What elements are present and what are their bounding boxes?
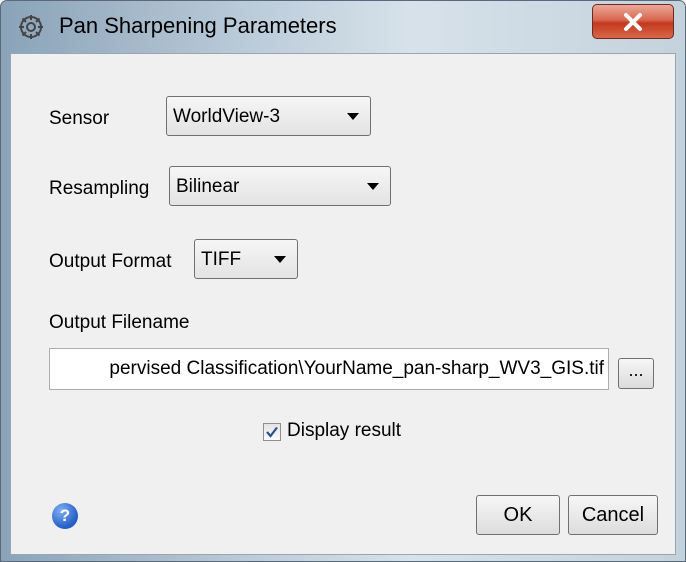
checkmark-icon [266,426,278,438]
display-result-checkbox[interactable] [263,423,281,441]
output-filename-field[interactable]: pervised Classification\YourName_pan-sha… [49,348,609,390]
browse-button[interactable]: ... [618,358,654,389]
dialog-window: Pan Sharpening Parameters Sensor WorldVi… [0,0,686,562]
title-bar[interactable]: Pan Sharpening Parameters [1,1,685,53]
window-title: Pan Sharpening Parameters [59,13,337,38]
chevron-down-icon [347,113,359,120]
close-button[interactable] [592,4,674,39]
resampling-select[interactable]: Bilinear [169,166,391,206]
cancel-button[interactable]: Cancel [568,495,658,535]
chevron-down-icon [274,256,286,263]
output-format-label: Output Format [49,251,172,272]
output-filename-value: pervised Classification\YourName_pan-sha… [109,358,604,379]
display-result-label[interactable]: Display result [287,420,401,442]
resampling-label: Resampling [49,178,150,199]
chevron-down-icon [367,183,379,190]
output-format-value: TIFF [201,249,242,270]
close-icon [624,12,642,31]
resampling-value: Bilinear [176,176,240,197]
help-icon[interactable]: ? [52,503,78,529]
dialog-body: Sensor WorldView-3 Resampling Bilinear O… [10,53,676,555]
sensor-label: Sensor [49,108,110,129]
gear-icon [19,15,43,39]
output-filename-label: Output Filename [49,312,190,333]
output-format-select[interactable]: TIFF [194,239,298,279]
ok-button[interactable]: OK [476,495,560,535]
sensor-select[interactable]: WorldView-3 [166,96,371,136]
sensor-value: WorldView-3 [173,106,281,127]
